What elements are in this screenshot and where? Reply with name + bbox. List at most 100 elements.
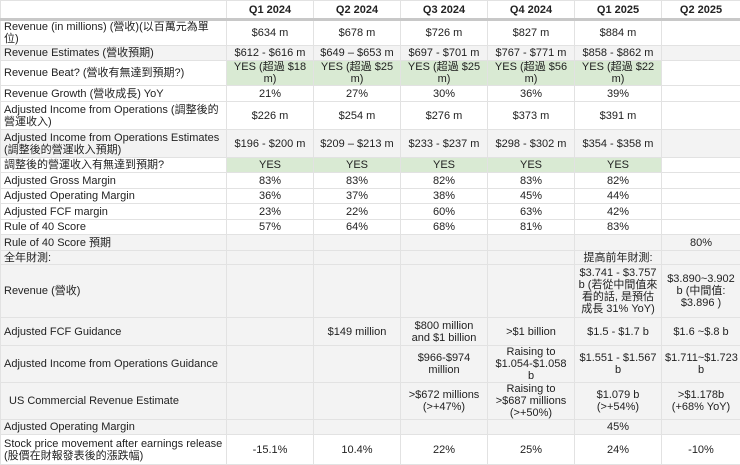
table-cell[interactable]: 36%	[488, 86, 575, 102]
table-cell[interactable]: $697 - $701 m	[401, 46, 488, 61]
table-cell[interactable]: YES (超過 $22 m)	[575, 61, 662, 86]
table-cell[interactable]: 36%	[227, 189, 314, 204]
table-cell[interactable]: $233 - $237 m	[401, 130, 488, 158]
table-cell[interactable]: $3.741 - $3.757 b (若從中間值來看的話, 是預估成長 31% …	[575, 265, 662, 318]
table-cell[interactable]: Raising to >$687 millions (>+50%)	[488, 383, 575, 420]
table-cell[interactable]: 60%	[401, 204, 488, 220]
table-cell[interactable]	[575, 235, 662, 251]
row-label[interactable]: Revenue Growth (營收成長) YoY	[1, 86, 227, 102]
table-cell[interactable]: 80%	[662, 235, 740, 251]
table-cell[interactable]: $1.551 - $1.567 b	[575, 346, 662, 383]
table-cell[interactable]: $373 m	[488, 102, 575, 130]
table-cell[interactable]	[227, 265, 314, 318]
table-cell[interactable]	[662, 251, 740, 265]
table-cell[interactable]: $209 – $213 m	[314, 130, 401, 158]
table-cell[interactable]	[314, 265, 401, 318]
table-cell[interactable]: YES	[488, 158, 575, 173]
table-cell[interactable]	[227, 420, 314, 435]
table-cell[interactable]: $767 - $771 m	[488, 46, 575, 61]
table-cell[interactable]: 82%	[401, 173, 488, 189]
table-cell[interactable]: 38%	[401, 189, 488, 204]
table-cell[interactable]: >$1.178b (+68% YoY)	[662, 383, 740, 420]
table-cell[interactable]: $1.079 b (>+54%)	[575, 383, 662, 420]
column-header[interactable]: Q3 2024	[401, 1, 488, 20]
table-cell[interactable]	[662, 204, 740, 220]
row-label[interactable]: Revenue (in millions) (營收)(以百萬元為單位)	[1, 20, 227, 46]
table-cell[interactable]	[662, 189, 740, 204]
table-cell[interactable]: 64%	[314, 220, 401, 235]
table-cell[interactable]	[401, 420, 488, 435]
table-cell[interactable]: 37%	[314, 189, 401, 204]
table-cell[interactable]: 25%	[488, 435, 575, 465]
table-cell[interactable]: Raising to $1.054-$1.058 b	[488, 346, 575, 383]
table-cell[interactable]: -10%	[662, 435, 740, 465]
table-cell[interactable]: 83%	[575, 220, 662, 235]
row-label[interactable]: US Commercial Revenue Estimate	[1, 383, 227, 420]
table-cell[interactable]: >$672 millions (>+47%)	[401, 383, 488, 420]
table-cell[interactable]: $858 - $862 m	[575, 46, 662, 61]
table-cell[interactable]: 23%	[227, 204, 314, 220]
table-cell[interactable]: YES (超過 $25 m)	[314, 61, 401, 86]
table-cell[interactable]	[488, 235, 575, 251]
column-header[interactable]: Q1 2025	[575, 1, 662, 20]
table-cell[interactable]: 83%	[488, 173, 575, 189]
table-cell[interactable]	[314, 383, 401, 420]
table-cell[interactable]: YES (超過 $18 m)	[227, 61, 314, 86]
table-cell[interactable]: YES	[401, 158, 488, 173]
table-cell[interactable]	[401, 235, 488, 251]
table-cell[interactable]	[662, 420, 740, 435]
table-cell[interactable]	[662, 158, 740, 173]
table-cell[interactable]	[401, 265, 488, 318]
table-cell[interactable]	[227, 383, 314, 420]
table-cell[interactable]: 24%	[575, 435, 662, 465]
column-header[interactable]: Q4 2024	[488, 1, 575, 20]
table-cell[interactable]: 42%	[575, 204, 662, 220]
row-label[interactable]: Adjusted Gross Margin	[1, 173, 227, 189]
table-cell[interactable]: $354 - $358 m	[575, 130, 662, 158]
table-cell[interactable]: 81%	[488, 220, 575, 235]
table-cell[interactable]: 45%	[575, 420, 662, 435]
table-cell[interactable]: 44%	[575, 189, 662, 204]
table-cell[interactable]	[488, 265, 575, 318]
table-cell[interactable]	[401, 251, 488, 265]
table-cell[interactable]: 39%	[575, 86, 662, 102]
table-cell[interactable]	[314, 251, 401, 265]
table-cell[interactable]	[662, 130, 740, 158]
row-label[interactable]: 調整後的營運收入有無達到預期?	[1, 158, 227, 173]
table-cell[interactable]: $612 - $616 m	[227, 46, 314, 61]
table-cell[interactable]	[662, 220, 740, 235]
table-cell[interactable]: 22%	[401, 435, 488, 465]
table-cell[interactable]: 57%	[227, 220, 314, 235]
table-cell[interactable]	[227, 251, 314, 265]
row-label[interactable]: Rule of 40 Score 預期	[1, 235, 227, 251]
table-cell[interactable]: $634 m	[227, 20, 314, 46]
table-cell[interactable]	[488, 420, 575, 435]
table-cell[interactable]: $1.711~$1.723 b	[662, 346, 740, 383]
table-cell[interactable]: 30%	[401, 86, 488, 102]
table-cell[interactable]: 83%	[314, 173, 401, 189]
table-cell[interactable]: $800 million and $1 billion	[401, 318, 488, 346]
table-cell[interactable]: $149 million	[314, 318, 401, 346]
table-cell[interactable]: YES (超過 $25 m)	[401, 61, 488, 86]
table-cell[interactable]: $391 m	[575, 102, 662, 130]
table-cell[interactable]: YES	[227, 158, 314, 173]
row-label[interactable]: Adjusted Income from Operations (調整後的營運收…	[1, 102, 227, 130]
row-label[interactable]: Adjusted FCF margin	[1, 204, 227, 220]
table-cell[interactable]: 83%	[227, 173, 314, 189]
table-cell[interactable]	[662, 20, 740, 46]
header-corner[interactable]	[1, 1, 227, 20]
table-cell[interactable]	[662, 46, 740, 61]
row-label[interactable]: Adjusted Income from Operations Estimate…	[1, 130, 227, 158]
table-cell[interactable]: $1.6 ~$.8 b	[662, 318, 740, 346]
table-cell[interactable]: 21%	[227, 86, 314, 102]
table-cell[interactable]: $678 m	[314, 20, 401, 46]
table-cell[interactable]	[314, 346, 401, 383]
table-cell[interactable]: 提高前年財測:	[575, 251, 662, 265]
row-label[interactable]: Adjusted FCF Guidance	[1, 318, 227, 346]
row-label[interactable]: Adjusted Operating Margin	[1, 189, 227, 204]
table-cell[interactable]: $254 m	[314, 102, 401, 130]
table-cell[interactable]: $966-$974 million	[401, 346, 488, 383]
table-cell[interactable]: $1.5 - $1.7 b	[575, 318, 662, 346]
table-cell[interactable]	[488, 251, 575, 265]
table-cell[interactable]: $298 - $302 m	[488, 130, 575, 158]
